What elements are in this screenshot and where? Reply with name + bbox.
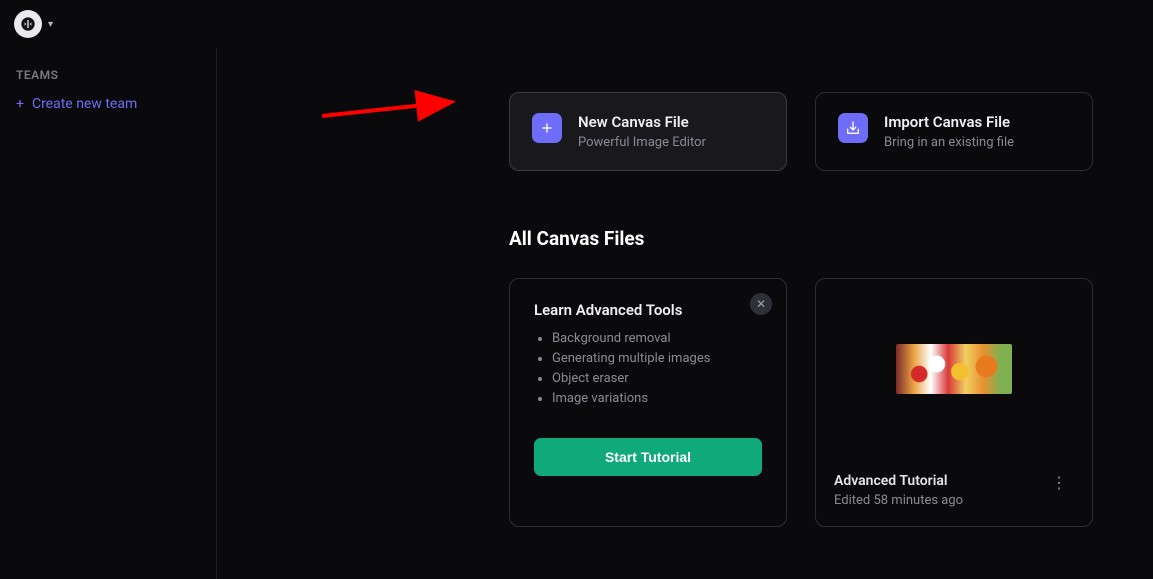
create-team-label: Create new team (32, 96, 137, 112)
list-item: Object eraser (552, 369, 762, 389)
plus-icon: + (16, 96, 24, 112)
tutorial-card: ✕ Learn Advanced Tools Background remova… (509, 278, 787, 527)
action-subtitle: Bring in an existing file (884, 135, 1014, 150)
action-title: New Canvas File (578, 113, 706, 131)
tutorial-title: Learn Advanced Tools (534, 301, 762, 319)
tutorial-list: Background removal Generating multiple i… (534, 329, 762, 410)
list-item: Generating multiple images (552, 349, 762, 369)
section-title: All Canvas Files (509, 227, 1113, 250)
list-item: Image variations (552, 389, 762, 409)
start-tutorial-button[interactable]: Start Tutorial (534, 438, 762, 476)
workspace-switcher[interactable]: ▾ (14, 10, 53, 38)
action-title: Import Canvas File (884, 113, 1014, 131)
list-item: Background removal (552, 329, 762, 349)
file-title: Advanced Tutorial (834, 473, 963, 489)
more-vertical-icon: ⋮ (1051, 473, 1068, 492)
thumbnail-area (816, 279, 1092, 459)
close-button[interactable]: ✕ (750, 293, 772, 315)
app-logo (14, 10, 42, 38)
close-icon: ✕ (756, 297, 766, 311)
file-edited-label: Edited 58 minutes ago (834, 493, 963, 508)
logo-icon (20, 16, 36, 32)
sidebar: TEAMS + Create new team (0, 48, 217, 579)
chevron-down-icon: ▾ (48, 19, 53, 30)
file-thumbnail (896, 344, 1012, 394)
file-card[interactable]: Advanced Tutorial Edited 58 minutes ago … (815, 278, 1093, 527)
import-icon (838, 113, 868, 143)
new-canvas-card[interactable]: New Canvas File Powerful Image Editor (509, 92, 787, 171)
more-options-button[interactable]: ⋮ (1045, 473, 1074, 493)
create-team-button[interactable]: + Create new team (16, 96, 200, 112)
topbar: ▾ (0, 0, 1153, 48)
annotation-arrow (317, 86, 467, 126)
action-subtitle: Powerful Image Editor (578, 135, 706, 150)
import-canvas-card[interactable]: Import Canvas File Bring in an existing … (815, 92, 1093, 171)
plus-icon (532, 113, 562, 143)
sidebar-heading: TEAMS (16, 68, 200, 82)
main-content: New Canvas File Powerful Image Editor Im… (217, 48, 1153, 579)
